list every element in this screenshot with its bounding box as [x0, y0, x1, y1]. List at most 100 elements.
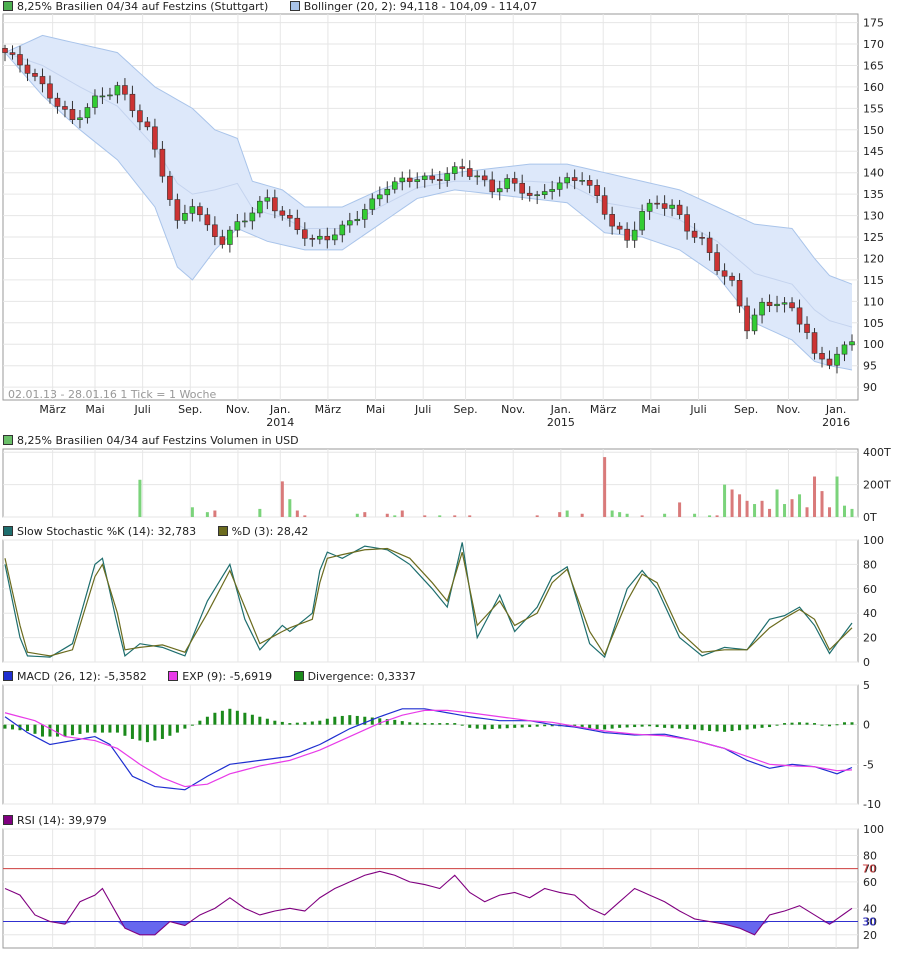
volume-bar [775, 489, 779, 517]
y-tick-label: 155 [863, 102, 884, 115]
candle-body [346, 220, 353, 226]
y-tick-label: 95 [863, 360, 877, 373]
volume-bar [468, 515, 472, 517]
candle-body [249, 212, 256, 222]
volume-bar [753, 504, 757, 517]
candle-body [339, 224, 346, 236]
candle-body [781, 302, 788, 305]
divergence-bar [708, 724, 712, 732]
candle-body [69, 109, 76, 120]
candle-body [511, 178, 518, 184]
candle-body [429, 175, 436, 180]
divergence-bar [730, 724, 734, 732]
candle-body [616, 225, 623, 230]
volume-bar [535, 515, 539, 517]
candle-body [669, 204, 675, 209]
divergence-bar [520, 724, 524, 728]
volume-bar [760, 500, 764, 517]
divergence-legend-label: Divergence: 0,3337 [307, 670, 416, 683]
divergence-bar [768, 724, 772, 728]
volume-bar [603, 457, 607, 517]
divergence-bar [85, 724, 89, 733]
candle-body [144, 121, 151, 128]
divergence-bar [93, 724, 97, 733]
chart-page: 90 95 100 105 110 115 120 125 130 135 140 145 150 155… [0, 0, 900, 958]
y-tick-label: 0T [863, 511, 877, 524]
y-tick-label: -10 [863, 798, 881, 811]
candle-body [834, 353, 840, 366]
rsi-legend: RSI (14): 39,979 [3, 814, 125, 828]
candle-body [197, 206, 203, 216]
divergence-bar [63, 724, 67, 737]
volume-bar [565, 510, 569, 517]
divergence-bar [123, 724, 127, 736]
y-tick-label: 80 [863, 849, 877, 862]
candle-body [354, 219, 361, 222]
candle-body [152, 126, 158, 150]
volume-bar [355, 513, 359, 517]
volume-bar [558, 512, 562, 517]
candle-body [684, 214, 690, 232]
divergence-bar [760, 724, 764, 728]
x-tick-label: Nov. [226, 403, 250, 416]
candle-body [62, 106, 68, 110]
divergence-bar [273, 720, 277, 725]
candle-body [242, 220, 248, 223]
candle-body [826, 358, 833, 366]
y-tick-label: 20 [863, 632, 877, 645]
divergence-legend-item: Divergence: 0,3337 [293, 670, 416, 684]
divergence-bar [370, 717, 374, 725]
x-tick-label: März [590, 403, 617, 416]
candle-body [796, 307, 803, 325]
divergence-bar [753, 724, 757, 729]
exp-legend-label: EXP (9): -5,6919 [182, 670, 273, 683]
macd-swatch [3, 671, 13, 681]
divergence-bar [798, 722, 802, 725]
candle-body [804, 323, 810, 333]
candle-body [699, 237, 705, 239]
divergence-bar [130, 724, 134, 739]
y-tick-label: 80 [863, 558, 877, 571]
candle-body [451, 166, 458, 174]
volume-bar [393, 515, 397, 517]
divergence-bar [655, 724, 659, 728]
chart-svg: 90 95 100 105 110 115 120 125 130 135 140 145 150 155… [2, 13, 891, 949]
candle-body [609, 214, 615, 227]
y-tick-label: 0 [863, 656, 870, 669]
divergence-bar [183, 724, 187, 729]
volume-bar [693, 513, 697, 517]
divergence-bar [415, 722, 419, 725]
candle-body [646, 202, 653, 212]
divergence-bar [78, 724, 82, 734]
y-tick-label: 40 [863, 902, 877, 915]
y-tick-label: 170 [863, 38, 884, 51]
volume-legend-label: 8,25% Brasilien 04/34 auf Festzins Volum… [17, 434, 299, 447]
divergence-bar [108, 724, 112, 733]
volume-bar [295, 510, 299, 517]
x-year-label: 2014 [266, 416, 294, 429]
divergence-bar [205, 716, 209, 725]
divergence-bar [535, 724, 539, 727]
divergence-bar [115, 724, 119, 733]
divergence-bar [468, 724, 472, 728]
divergence-bar [70, 724, 74, 736]
candle-body [519, 182, 525, 194]
divergence-bar [220, 710, 224, 725]
y-tick-label: 165 [863, 59, 884, 72]
macd-legend-item: MACD (26, 12): -5,3582 [3, 670, 147, 684]
x-tick-label: Sep. [734, 403, 758, 416]
divergence-bar [678, 724, 682, 729]
divergence-bar [693, 724, 697, 730]
rsi-reference-label: 30 [862, 916, 876, 929]
y-tick-label: 120 [863, 252, 884, 265]
candle-body [766, 301, 773, 307]
volume-bar [738, 494, 742, 517]
y-tick-label: 200T [863, 479, 891, 492]
candle-body [114, 85, 121, 96]
divergence-bar [3, 724, 7, 729]
divergence-bar [828, 724, 832, 727]
volume-bar [400, 510, 404, 517]
price-swatch [3, 1, 13, 11]
volume-bar [280, 481, 284, 517]
x-year-label: 2016 [822, 416, 850, 429]
